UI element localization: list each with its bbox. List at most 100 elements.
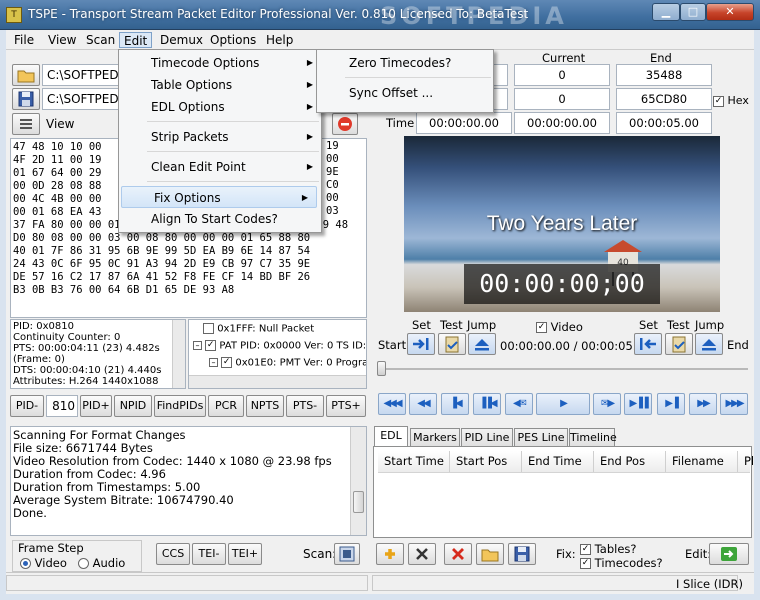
edl-open-button[interactable]	[476, 543, 504, 565]
tree-hscrollbar[interactable]	[189, 375, 366, 388]
col-end-pos[interactable]: End Pos	[594, 451, 666, 472]
menu-item-zero-timecodes[interactable]: Zero Timecodes?	[317, 52, 493, 74]
menu-item-strip-packets[interactable]: Strip Packets ▶	[119, 126, 321, 148]
seek-thumb[interactable]	[377, 361, 386, 376]
edl-grid[interactable]: Start Time Start Pos End Time End Pos Fi…	[373, 446, 754, 538]
pts-minus-button[interactable]: PTS-	[286, 395, 324, 417]
current-field-row2[interactable]: 0	[514, 88, 610, 110]
start-jump-button[interactable]	[468, 333, 496, 355]
minimize-button[interactable]: ▁	[652, 3, 680, 21]
rewind-fast-button[interactable]: ◀◀	[409, 393, 437, 415]
seek-track[interactable]	[380, 368, 748, 370]
menu-item-table-options[interactable]: Table Options ▶	[119, 74, 321, 96]
tree-node-pat[interactable]: – ✓ PAT PID: 0x0000 Ver: 0 TS ID:	[193, 340, 366, 352]
forward-max-button[interactable]: ▶▶▶	[720, 393, 748, 415]
start-set-button[interactable]	[407, 333, 435, 355]
tab-timeline[interactable]: Timeline	[569, 428, 617, 446]
path-input-bottom[interactable]: C:\SOFTPEDIA	[42, 88, 130, 110]
pid-tree-panel[interactable]: 0x1FFF: Null Packet – ✓ PAT PID: 0x0000 …	[188, 319, 367, 389]
col-start-time[interactable]: Start Time	[378, 451, 450, 472]
tables-checkbox[interactable]: ✓ Tables?	[580, 542, 637, 556]
menu-item-sync-offset[interactable]: Sync Offset ...	[317, 82, 493, 104]
step-forward-button[interactable]: ▶▐	[657, 393, 685, 415]
menu-item-fix-options[interactable]: Fix Options ▶	[121, 186, 317, 208]
save-button[interactable]	[12, 88, 40, 110]
tree-node-pmt[interactable]: – ✓ 0x01E0: PMT Ver: 0 Progra	[209, 357, 366, 369]
menu-file[interactable]: File	[10, 32, 38, 48]
start-field-row2[interactable]	[492, 88, 508, 110]
pid-info-scrollbar[interactable]	[172, 320, 185, 388]
menu-options[interactable]: Options	[206, 32, 260, 48]
pts-plus-button[interactable]: PTS+	[326, 395, 366, 417]
collapse-icon[interactable]: –	[193, 341, 202, 350]
clear-button[interactable]	[444, 543, 472, 565]
edl-save-button[interactable]	[508, 543, 536, 565]
maximize-button[interactable]: □	[680, 3, 706, 21]
end-field-row1[interactable]: 35488	[616, 64, 712, 86]
close-button[interactable]: ✕	[706, 3, 754, 21]
findpids-button[interactable]: FindPIDs	[154, 395, 206, 417]
time-end-field[interactable]: 00:00:05.00	[616, 112, 712, 134]
radio-video[interactable]: Video	[20, 556, 67, 570]
time-current-field[interactable]: 00:00:00.00	[514, 112, 610, 134]
npts-button[interactable]: NPTS	[246, 395, 284, 417]
open-folder-button[interactable]	[12, 64, 40, 86]
forward-fast-button[interactable]: ▶▶	[689, 393, 717, 415]
col-start-pos[interactable]: Start Pos	[450, 451, 522, 472]
ccs-button[interactable]: CCS	[156, 543, 190, 565]
gop-forward-button[interactable]: ✉▶	[593, 393, 621, 415]
add-button[interactable]	[376, 543, 404, 565]
frame-forward-button[interactable]: ▶▐▐	[624, 393, 652, 415]
end-jump-button[interactable]	[695, 333, 723, 355]
view-button[interactable]	[12, 113, 40, 135]
path-input-top[interactable]: C:\SOFTPEDIA	[42, 64, 130, 86]
tree-checkbox[interactable]: ✓	[205, 340, 217, 351]
end-set-button[interactable]	[634, 333, 662, 355]
edit-button[interactable]	[709, 543, 749, 565]
timecodes-checkbox[interactable]: ✓ Timecodes?	[580, 556, 663, 570]
menu-item-timecode-options[interactable]: Timecode Options ▶	[119, 52, 321, 74]
current-field-row1[interactable]: 0	[514, 64, 610, 86]
menu-demux[interactable]: Demux	[156, 32, 207, 48]
end-test-button[interactable]	[665, 333, 693, 355]
stop-button[interactable]	[332, 113, 358, 135]
scan-button[interactable]	[334, 543, 360, 565]
tab-pes-line[interactable]: PES Line	[514, 428, 568, 446]
rewind-max-button[interactable]: ◀◀◀	[378, 393, 406, 415]
menu-item-clean-edit-point[interactable]: Clean Edit Point ▶	[119, 156, 321, 178]
col-end-time[interactable]: End Time	[522, 451, 594, 472]
time-start-field[interactable]: 00:00:00.00	[416, 112, 512, 134]
tab-pid-line[interactable]: PID Line	[461, 428, 513, 446]
play-button[interactable]: ▶	[536, 393, 590, 415]
pid-minus-button[interactable]: PID-	[10, 395, 44, 417]
collapse-icon[interactable]: –	[209, 358, 218, 367]
tei-plus-button[interactable]: TEI+	[228, 543, 262, 565]
end-field-row2[interactable]: 65CD80	[616, 88, 712, 110]
menu-scan[interactable]: Scan	[82, 32, 119, 48]
col-pl[interactable]: Pl	[738, 451, 754, 472]
menu-help[interactable]: Help	[262, 32, 297, 48]
start-test-button[interactable]	[438, 333, 466, 355]
menu-item-align-start-codes[interactable]: Align To Start Codes?	[119, 208, 321, 230]
radio-audio[interactable]: Audio	[78, 556, 125, 570]
log-scrollbar[interactable]	[350, 427, 366, 535]
tei-minus-button[interactable]: TEI-	[192, 543, 226, 565]
menu-edit[interactable]: Edit	[119, 32, 153, 48]
log-scroll-thumb[interactable]	[353, 491, 364, 513]
video-checkbox[interactable]: ✓ Video	[536, 320, 583, 334]
menu-item-edl-options[interactable]: EDL Options ▶	[119, 96, 321, 118]
menu-view[interactable]: View	[44, 32, 80, 48]
col-filename[interactable]: Filename	[666, 451, 738, 472]
tree-checkbox[interactable]	[203, 323, 214, 334]
tab-markers[interactable]: Markers	[410, 428, 460, 446]
start-field-row1[interactable]	[492, 64, 508, 86]
gop-back-button[interactable]: ◀✉	[505, 393, 533, 415]
delete-button[interactable]	[408, 543, 436, 565]
pid-plus-button[interactable]: PID+	[80, 395, 112, 417]
tab-edl[interactable]: EDL	[374, 426, 408, 446]
hex-checkbox[interactable]: ✓ Hex	[713, 94, 749, 107]
tree-checkbox[interactable]: ✓	[221, 357, 233, 368]
step-back-button[interactable]: ▐◀	[441, 393, 469, 415]
npid-button[interactable]: NPID	[114, 395, 152, 417]
pcr-button[interactable]: PCR	[208, 395, 244, 417]
